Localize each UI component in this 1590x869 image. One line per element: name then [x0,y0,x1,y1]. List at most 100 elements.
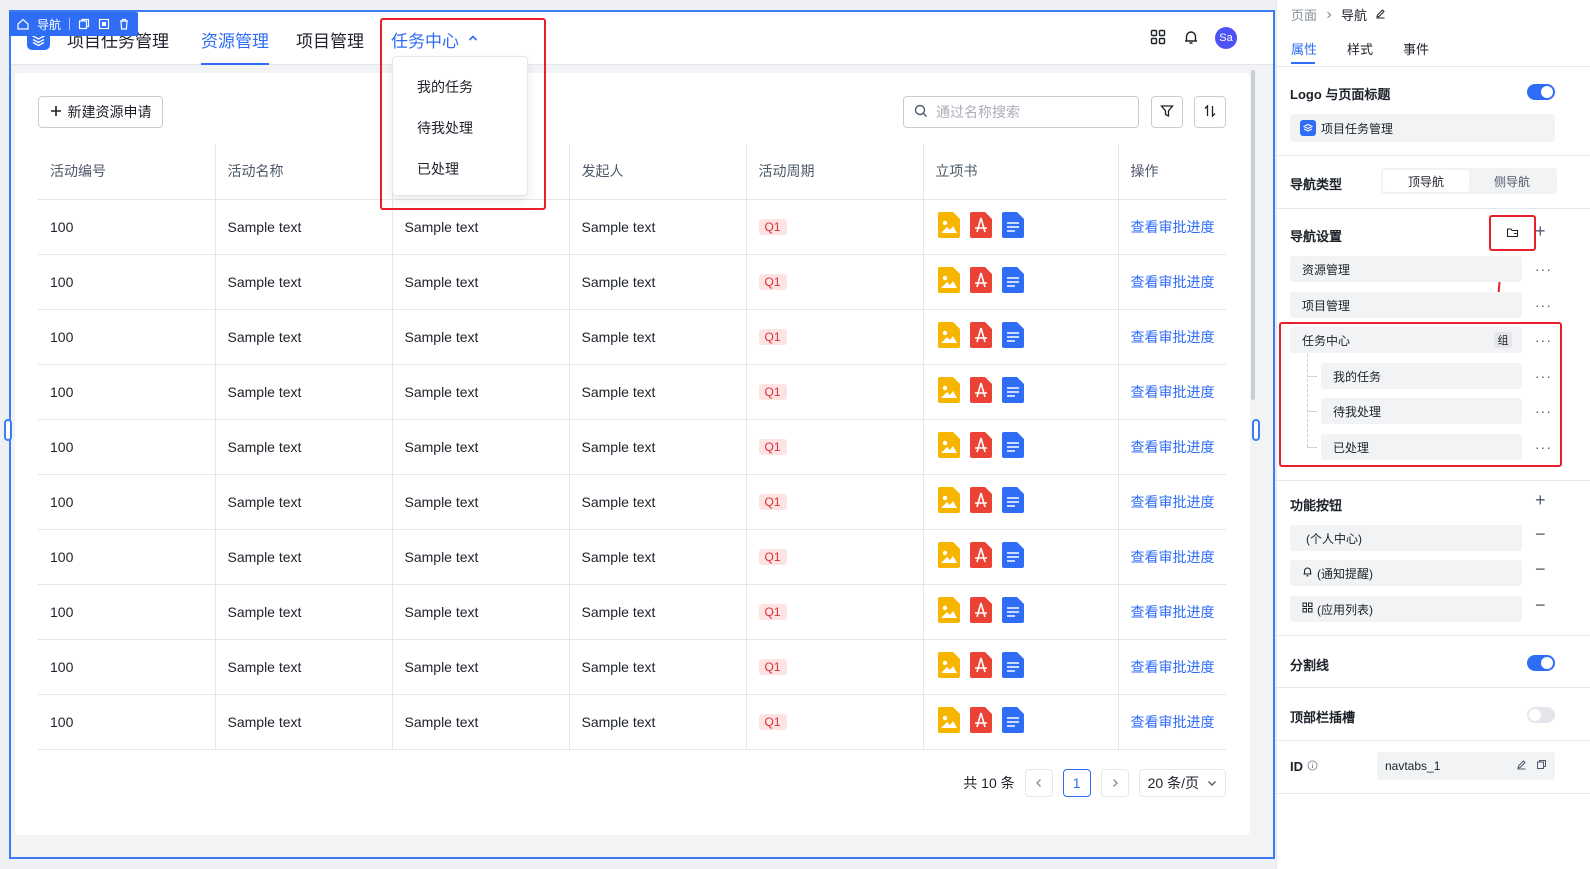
nav-child-pending[interactable]: 待我处理 [1321,398,1522,424]
pdf-file-icon[interactable] [969,707,992,736]
dropdown-item-my-tasks[interactable]: 我的任务 [417,77,473,97]
new-resource-request-button[interactable]: 新建资源申请 [38,96,163,128]
doc-file-icon[interactable] [1001,322,1024,351]
edit-icon[interactable] [1516,759,1527,773]
divider-toggle[interactable] [1527,655,1555,671]
image-file-icon[interactable] [937,322,960,351]
user-avatar[interactable]: Sa [1215,27,1237,49]
pdf-file-icon[interactable] [969,652,992,681]
pdf-file-icon[interactable] [969,377,992,406]
nav-item-project[interactable]: 项目管理 [1290,292,1522,318]
view-approval-link[interactable]: 查看审批进度 [1131,219,1215,235]
pdf-file-icon[interactable] [969,212,992,241]
search-input[interactable] [936,104,1116,120]
cell-id: 100 [38,254,216,310]
image-file-icon[interactable] [937,707,960,736]
remove-func-button[interactable]: − [1535,595,1546,616]
view-approval-link[interactable]: 查看审批进度 [1131,494,1215,510]
more-icon[interactable]: ··· [1535,368,1552,384]
page-size-select[interactable]: 20 条/页 [1138,769,1226,797]
filter-button[interactable] [1151,96,1183,128]
next-page-button[interactable] [1100,769,1129,797]
remove-func-button[interactable]: − [1535,559,1546,580]
nav-child-my-tasks[interactable]: 我的任务 [1321,363,1522,389]
id-field[interactable]: navtabs_1 [1377,752,1555,780]
image-file-icon[interactable] [937,212,960,241]
more-icon[interactable]: ··· [1535,261,1552,277]
search-box[interactable] [903,96,1139,128]
func-item-apps[interactable]: (应用列表) [1290,596,1522,622]
more-icon[interactable]: ··· [1535,439,1552,455]
resize-handle-left[interactable] [4,419,12,441]
cell-files [923,474,1119,530]
page-number[interactable]: 1 [1062,769,1091,797]
add-group-button[interactable] [1506,226,1519,242]
nav-child-done[interactable]: 已处理 [1321,434,1522,460]
doc-file-icon[interactable] [1001,652,1024,681]
remove-func-button[interactable]: − [1535,524,1546,545]
app-grid-icon[interactable] [1147,26,1169,48]
add-func-button[interactable]: + [1535,490,1546,511]
pdf-file-icon[interactable] [969,322,992,351]
image-file-icon[interactable] [937,377,960,406]
pdf-file-icon[interactable] [969,597,992,626]
tab-styles[interactable]: 样式 [1347,39,1373,68]
view-approval-link[interactable]: 查看审批进度 [1131,274,1215,290]
scrollbar[interactable] [1251,70,1255,400]
image-file-icon[interactable] [937,487,960,516]
page-size-label: 20 条/页 [1147,775,1199,791]
func-item-notify[interactable]: (通知提醒) [1290,560,1522,586]
sort-button[interactable] [1194,96,1226,128]
image-file-icon[interactable] [937,542,960,571]
more-icon[interactable]: ··· [1535,332,1552,348]
breadcrumb-page[interactable]: 页面 [1291,5,1317,24]
more-icon[interactable]: ··· [1535,403,1552,419]
image-file-icon[interactable] [937,267,960,296]
pdf-file-icon[interactable] [969,542,992,571]
more-icon[interactable]: ··· [1535,297,1552,313]
pdf-file-icon[interactable] [969,487,992,516]
doc-file-icon[interactable] [1001,542,1024,571]
tab-events[interactable]: 事件 [1403,39,1429,68]
delete-icon[interactable] [118,18,130,30]
nav-tab-resource[interactable]: 资源管理 [201,27,269,65]
duplicate-icon[interactable] [98,18,110,30]
view-approval-link[interactable]: 查看审批进度 [1131,604,1215,620]
pdf-file-icon[interactable] [969,267,992,296]
doc-file-icon[interactable] [1001,707,1024,736]
pdf-file-icon[interactable] [969,432,992,461]
nav-type-side[interactable]: 侧导航 [1469,170,1555,192]
edit-icon[interactable] [1375,7,1386,22]
nav-type-top[interactable]: 顶导航 [1383,170,1469,192]
image-file-icon[interactable] [937,432,960,461]
view-approval-link[interactable]: 查看审批进度 [1131,659,1215,675]
bell-icon[interactable] [1180,26,1202,48]
view-approval-link[interactable]: 查看审批进度 [1131,329,1215,345]
logo-title-field[interactable]: 项目任务管理 [1290,114,1555,142]
dropdown-item-pending[interactable]: 待我处理 [417,118,473,138]
doc-file-icon[interactable] [1001,377,1024,406]
view-approval-link[interactable]: 查看审批进度 [1131,384,1215,400]
doc-file-icon[interactable] [1001,212,1024,241]
nav-group-task-center[interactable]: 任务中心 [1290,327,1522,353]
resize-handle-right[interactable] [1252,419,1260,441]
view-approval-link[interactable]: 查看审批进度 [1131,714,1215,730]
doc-file-icon[interactable] [1001,267,1024,296]
add-nav-item-button[interactable]: + [1535,221,1546,242]
nav-item-resource[interactable]: 资源管理 [1290,256,1522,282]
logo-title-toggle[interactable] [1527,84,1555,100]
top-slot-toggle[interactable] [1527,707,1555,723]
dropdown-item-done[interactable]: 已处理 [417,159,459,179]
doc-file-icon[interactable] [1001,432,1024,461]
image-file-icon[interactable] [937,652,960,681]
nav-tab-project[interactable]: 项目管理 [296,27,364,65]
doc-file-icon[interactable] [1001,597,1024,626]
view-approval-link[interactable]: 查看审批进度 [1131,439,1215,455]
doc-file-icon[interactable] [1001,487,1024,516]
copy-icon[interactable] [1536,759,1547,773]
prev-page-button[interactable] [1024,769,1053,797]
func-item-profile[interactable]: (个人中心) [1290,525,1522,551]
copy-icon[interactable] [78,18,90,30]
image-file-icon[interactable] [937,597,960,626]
view-approval-link[interactable]: 查看审批进度 [1131,549,1215,565]
